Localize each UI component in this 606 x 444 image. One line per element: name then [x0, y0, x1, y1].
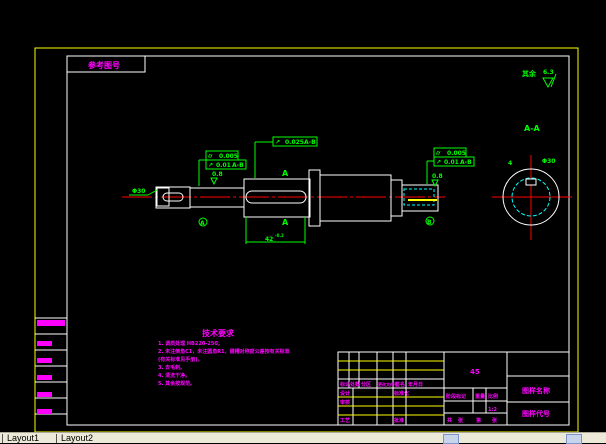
svg-text:0.8: 0.8: [432, 173, 443, 180]
svg-text:1:2: 1:2: [488, 407, 497, 413]
svg-text:3. 去毛刺。: 3. 去毛刺。: [158, 364, 185, 371]
svg-text:0.8: 0.8: [212, 171, 223, 178]
svg-text:第: 第: [476, 417, 481, 424]
svg-text:标准化: 标准化: [393, 390, 409, 397]
scroll-left-button[interactable]: [443, 434, 459, 444]
svg-text:张: 张: [492, 417, 498, 424]
svg-text:Φ30: Φ30: [132, 188, 145, 195]
svg-text:2. 未注倒角C1，未注圆角R1，键槽对称度公差按有关标准: 2. 未注倒角C1，未注圆角R1，键槽对称度公差按有关标准: [158, 348, 290, 355]
svg-text:签名: 签名: [394, 381, 405, 388]
svg-text:6.3: 6.3: [543, 69, 554, 76]
svg-text:张: 张: [458, 417, 464, 424]
drawing-canvas[interactable]: 参考图号 Φ30 ⌭ 0.005 ↗ 0.01 A-B ↗ 0.025 A-B …: [0, 0, 606, 432]
ref-label: 参考图号: [87, 60, 120, 70]
svg-text:批准: 批准: [394, 417, 404, 424]
scroll-right-button[interactable]: [566, 434, 582, 444]
svg-text:B: B: [427, 219, 432, 226]
svg-text:分区: 分区: [361, 381, 371, 388]
svg-text:5. 其余按规范。: 5. 其余按规范。: [158, 380, 195, 387]
svg-text:比例: 比例: [488, 393, 498, 400]
svg-text:45: 45: [470, 368, 480, 376]
annotation-text: Φ30 ⌭ 0.005 ↗ 0.01 A-B ↗ 0.025 A-B ⌭ 0.005 ↗ 0.…: [132, 69, 555, 243]
svg-text:⌭: ⌭: [435, 150, 441, 157]
svg-text:A: A: [282, 218, 289, 227]
svg-text:(有关标准见手册)。: (有关标准见手册)。: [158, 356, 203, 363]
svg-text:标记: 标记: [339, 381, 350, 388]
sheet-border: [34, 47, 579, 432]
svg-text:42: 42: [265, 236, 273, 243]
svg-text:A: A: [282, 169, 289, 178]
svg-text:其余: 其余: [522, 69, 537, 78]
svg-text:1. 调质处理 HB220-250；: 1. 调质处理 HB220-250；: [158, 340, 223, 347]
svg-text:A: A: [200, 220, 205, 227]
svg-text:Φ30: Φ30: [542, 158, 555, 165]
svg-text:4. 清洗干净。: 4. 清洗干净。: [158, 372, 190, 379]
svg-text:↗: ↗: [275, 139, 280, 146]
svg-text:↗: ↗: [208, 162, 213, 169]
svg-text:-0.2: -0.2: [275, 233, 284, 238]
svg-text:阶段标记: 阶段标记: [446, 393, 466, 400]
svg-text:审核: 审核: [340, 399, 350, 406]
shaft-outline: [155, 169, 439, 227]
technical-requirements: 技术要求 1. 调质处理 HB220-250； 2. 未注倒角C1，未注圆角R1…: [158, 328, 290, 387]
svg-text:图样名称: 图样名称: [522, 386, 550, 395]
svg-text:⌭: ⌭: [207, 153, 213, 160]
section-keyway: [525, 178, 537, 186]
svg-text:0.025: 0.025: [285, 139, 304, 146]
left-strip: [35, 317, 67, 415]
annotations: [129, 73, 557, 244]
svg-text:0.005: 0.005: [447, 150, 466, 157]
svg-text:0.01: 0.01: [444, 159, 459, 166]
svg-text:A-B: A-B: [304, 139, 316, 146]
svg-text:设计: 设计: [340, 390, 350, 397]
svg-text:↗: ↗: [436, 159, 441, 166]
svg-text:年月日: 年月日: [408, 381, 423, 388]
svg-text:工艺: 工艺: [340, 417, 350, 424]
svg-text:4: 4: [508, 160, 512, 167]
drawing-frame: [66, 55, 570, 426]
svg-text:处数: 处数: [349, 381, 361, 388]
svg-text:A-B: A-B: [232, 162, 244, 169]
svg-text:共: 共: [447, 417, 452, 424]
svg-text:0.005: 0.005: [219, 153, 238, 160]
layout-tab-bar: Layout1 Layout2: [0, 432, 606, 444]
svg-text:0.01: 0.01: [216, 162, 231, 169]
svg-text:A-A: A-A: [524, 124, 541, 133]
svg-text:图样代号: 图样代号: [522, 409, 550, 418]
svg-text:技术要求: 技术要求: [202, 328, 235, 338]
svg-text:A-B: A-B: [460, 159, 472, 166]
svg-text:重量: 重量: [475, 393, 485, 400]
